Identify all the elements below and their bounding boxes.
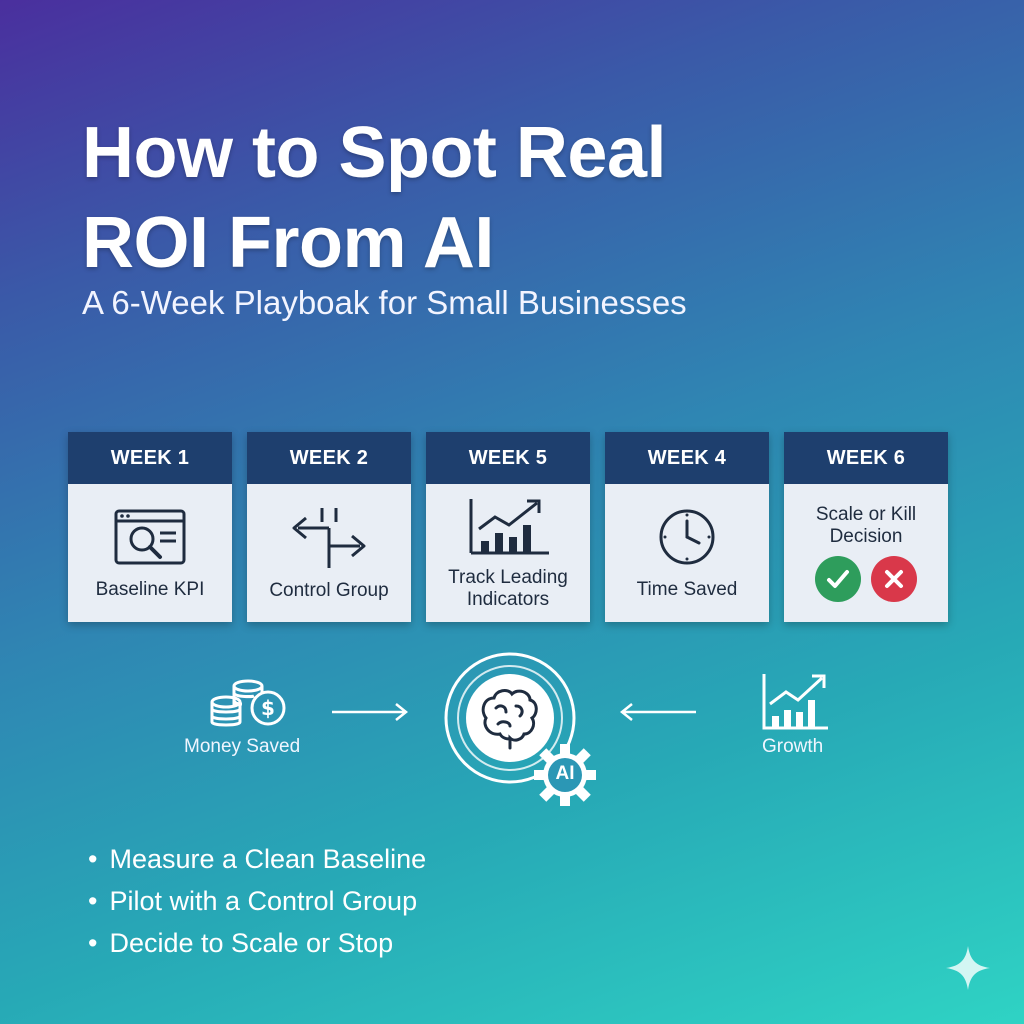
week-label: Control Group (269, 580, 389, 601)
week-header: WEEK 4 (605, 432, 769, 484)
ai-brain-hub: AI (432, 652, 602, 817)
week-header: WEEK 6 (784, 432, 948, 484)
key-steps-list: Measure a Clean Baseline Pilot with a Co… (88, 838, 426, 964)
week-label: Track Leading Indicators (448, 567, 568, 610)
money-saved-label: Money Saved (184, 736, 301, 757)
left-arrow-icon (618, 702, 698, 727)
ai-badge: AI (555, 763, 575, 784)
week-label: Time Saved (636, 579, 738, 600)
week-card-3: WEEK 5 Track Leading Indicators (426, 432, 590, 622)
list-item: Pilot with a Control Group (88, 880, 426, 922)
week-card-2: WEEK 2 Control Group (247, 432, 411, 622)
svg-text:$: $ (261, 696, 275, 720)
search-document-icon (110, 505, 190, 569)
week-label: Scale or Kill Decision (815, 504, 917, 547)
clock-icon (655, 505, 719, 569)
gear-icon: AI (532, 742, 598, 813)
title-line-2: ROI From AI (82, 203, 494, 283)
week-card-1: WEEK 1 Baseline KPI (68, 432, 232, 622)
week-label: Baseline KPI (95, 579, 205, 600)
list-item: Decide to Scale or Stop (88, 922, 426, 964)
roi-flow: $ Money Saved AI Growth (0, 650, 1024, 810)
right-arrow-icon (330, 702, 410, 727)
growth-chart-icon (760, 670, 832, 737)
title-line-1: How to Spot Real (82, 113, 667, 193)
week-card-4: WEEK 4 Time Saved (605, 432, 769, 622)
week-header: WEEK 5 (426, 432, 590, 484)
split-arrows-icon (284, 504, 374, 570)
close-icon (871, 556, 917, 602)
week-header: WEEK 2 (247, 432, 411, 484)
week-card-5: WEEK 6 Scale or Kill Decision (784, 432, 948, 622)
page-title: How to Spot Real ROI From AI (82, 108, 942, 288)
sparkle-icon (944, 944, 992, 997)
subtitle: A 6-Week Playboak for Small Businesses (82, 284, 687, 321)
list-item: Measure a Clean Baseline (88, 838, 426, 880)
week-cards: WEEK 1 Baseline KPI WEEK 2 Control Group… (68, 432, 948, 622)
bar-chart-growth-icon (463, 495, 553, 557)
growth-label: Growth (762, 736, 824, 757)
coins-dollar-icon: $ (206, 672, 292, 737)
week-header: WEEK 1 (68, 432, 232, 484)
check-icon (815, 556, 861, 602)
